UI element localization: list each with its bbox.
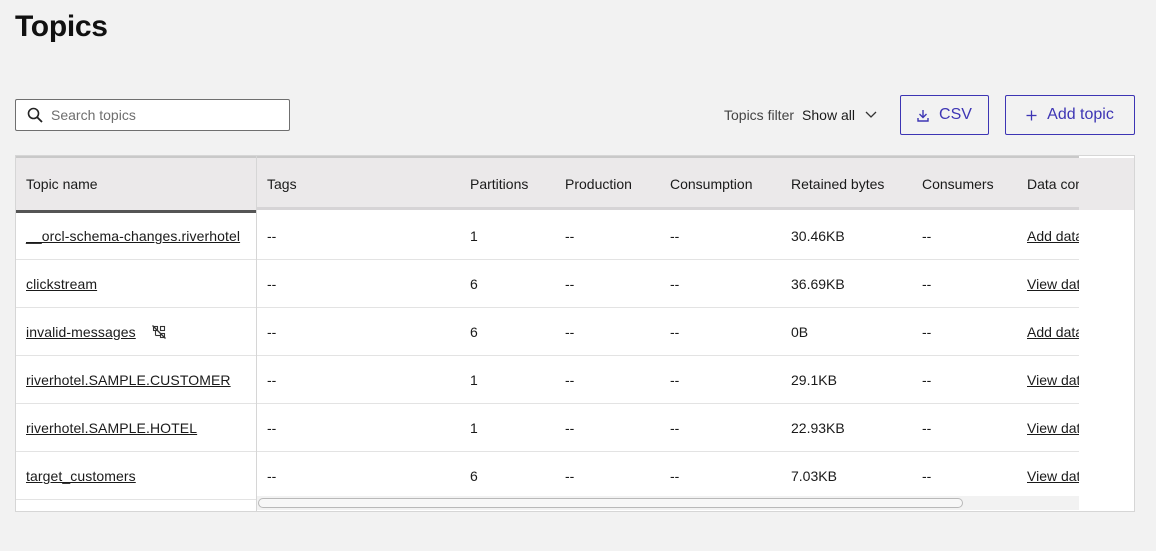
production-cell: -- <box>565 324 575 340</box>
data-contract-link[interactable]: Add data contract <box>1027 324 1079 340</box>
search-icon <box>27 107 43 123</box>
column-header-consumers[interactable]: Consumers <box>922 158 1022 210</box>
consumers-cell: -- <box>922 468 932 484</box>
tags-cell: -- <box>267 228 277 244</box>
search-input[interactable] <box>51 107 271 123</box>
table-row: target_customers -- 6 -- -- 7.03KB -- Vi… <box>16 452 1134 500</box>
retained-bytes-cell: 7.03KB <box>791 468 837 484</box>
data-contract-cell: View data contract <box>1027 260 1079 308</box>
partitions-cell: 6 <box>470 324 478 340</box>
consumption-cell: -- <box>670 372 680 388</box>
consumption-cell: -- <box>670 324 680 340</box>
production-cell: -- <box>565 228 575 244</box>
consumption-cell: -- <box>670 468 680 484</box>
topic-link[interactable]: invalid-messages <box>26 324 136 340</box>
data-contract-link[interactable]: View data contract <box>1027 372 1079 388</box>
partitions-cell: 1 <box>470 372 478 388</box>
topic-name-cell: clickstream <box>16 260 257 308</box>
tags-cell: -- <box>267 468 277 484</box>
csv-button[interactable]: CSV <box>900 95 989 135</box>
topics-table: Topic name Tags Partitions Production Co… <box>15 155 1135 512</box>
sticky-column-divider <box>256 156 257 511</box>
horizontal-scrollbar-thumb[interactable] <box>258 498 963 508</box>
retained-bytes-cell: 29.1KB <box>791 372 837 388</box>
csv-button-label: CSV <box>939 106 972 123</box>
no-schema-icon[interactable] <box>151 325 166 339</box>
topic-link[interactable]: riverhotel.SAMPLE.HOTEL <box>26 420 197 436</box>
retained-bytes-cell: 22.93KB <box>791 420 845 436</box>
download-icon <box>917 109 929 122</box>
production-cell: -- <box>565 468 575 484</box>
column-header-topic-name[interactable]: Topic name <box>16 158 257 213</box>
tags-cell: -- <box>267 420 277 436</box>
data-contract-cell: View data contract <box>1027 404 1079 452</box>
column-header-data-contract[interactable]: Data contract <box>1027 158 1079 210</box>
column-header-retained-bytes[interactable]: Retained bytes <box>791 158 916 210</box>
partitions-cell: 6 <box>470 468 478 484</box>
column-header-production[interactable]: Production <box>565 158 665 210</box>
topic-name-cell: target_customers <box>16 452 257 500</box>
topic-link[interactable]: __orcl-schema-changes.riverhotel <box>26 228 240 244</box>
production-cell: -- <box>565 372 575 388</box>
page-title: Topics <box>15 10 108 43</box>
consumption-cell: -- <box>670 228 680 244</box>
consumption-cell: -- <box>670 276 680 292</box>
table-header-overflow-edge <box>1079 158 1134 210</box>
partitions-cell: 6 <box>470 276 478 292</box>
consumers-cell: -- <box>922 372 932 388</box>
topic-name-cell: invalid-messages <box>16 308 257 356</box>
data-contract-link[interactable]: View data contract <box>1027 420 1079 436</box>
partitions-cell: 1 <box>470 228 478 244</box>
topic-link[interactable]: clickstream <box>26 276 97 292</box>
consumption-cell: -- <box>670 420 680 436</box>
column-header-consumption[interactable]: Consumption <box>670 158 785 210</box>
topic-name-cell: riverhotel.SAMPLE.HOTEL <box>16 404 257 452</box>
production-cell: -- <box>565 276 575 292</box>
partitions-cell: 1 <box>470 420 478 436</box>
topics-filter-value[interactable]: Show all <box>802 107 855 123</box>
topic-link[interactable]: riverhotel.SAMPLE.CUSTOMER <box>26 372 231 388</box>
data-contract-cell: View data contract <box>1027 452 1079 500</box>
data-contract-cell: Add data contract <box>1027 308 1079 356</box>
add-topic-button-label: Add topic <box>1047 106 1114 123</box>
tags-cell: -- <box>267 324 277 340</box>
table-row: clickstream -- 6 -- -- 36.69KB -- View d… <box>16 260 1134 308</box>
topic-name-cell: __orcl-schema-changes.riverhotel <box>16 212 257 260</box>
consumers-cell: -- <box>922 420 932 436</box>
tags-cell: -- <box>267 276 277 292</box>
data-contract-link[interactable]: Add data contract <box>1027 228 1079 244</box>
chevron-down-icon[interactable] <box>865 111 877 119</box>
consumers-cell: -- <box>922 324 932 340</box>
topics-filter-label: Topics filter <box>724 107 795 123</box>
column-header-tags[interactable]: Tags <box>267 158 467 210</box>
topics-filter[interactable]: Topics filter Show all <box>724 104 877 126</box>
search-box[interactable] <box>15 99 290 131</box>
add-topic-button[interactable]: Add topic <box>1005 95 1135 135</box>
data-contract-cell: Add data contract <box>1027 212 1079 260</box>
tags-cell: -- <box>267 372 277 388</box>
data-contract-link[interactable]: View data contract <box>1027 468 1079 484</box>
table-row: riverhotel.SAMPLE.HOTEL -- 1 -- -- 22.93… <box>16 404 1134 452</box>
table-row: __orcl-schema-changes.riverhotel -- 1 --… <box>16 212 1134 260</box>
consumers-cell: -- <box>922 276 932 292</box>
retained-bytes-cell: 30.46KB <box>791 228 845 244</box>
plus-icon <box>1026 110 1037 121</box>
retained-bytes-cell: 0B <box>791 324 809 340</box>
table-row: riverhotel.SAMPLE.CUSTOMER -- 1 -- -- 29… <box>16 356 1134 404</box>
topic-name-cell: riverhotel.SAMPLE.CUSTOMER <box>16 356 257 404</box>
topic-link[interactable]: target_customers <box>26 468 136 484</box>
data-contract-link[interactable]: View data contract <box>1027 276 1079 292</box>
column-header-partitions[interactable]: Partitions <box>470 158 560 210</box>
consumers-cell: -- <box>922 228 932 244</box>
data-contract-cell: View data contract <box>1027 356 1079 404</box>
production-cell: -- <box>565 420 575 436</box>
table-row: invalid-messages -- 6 -- -- 0B -- Add da… <box>16 308 1134 356</box>
retained-bytes-cell: 36.69KB <box>791 276 845 292</box>
table-header: Topic name Tags Partitions Production Co… <box>16 158 1134 213</box>
